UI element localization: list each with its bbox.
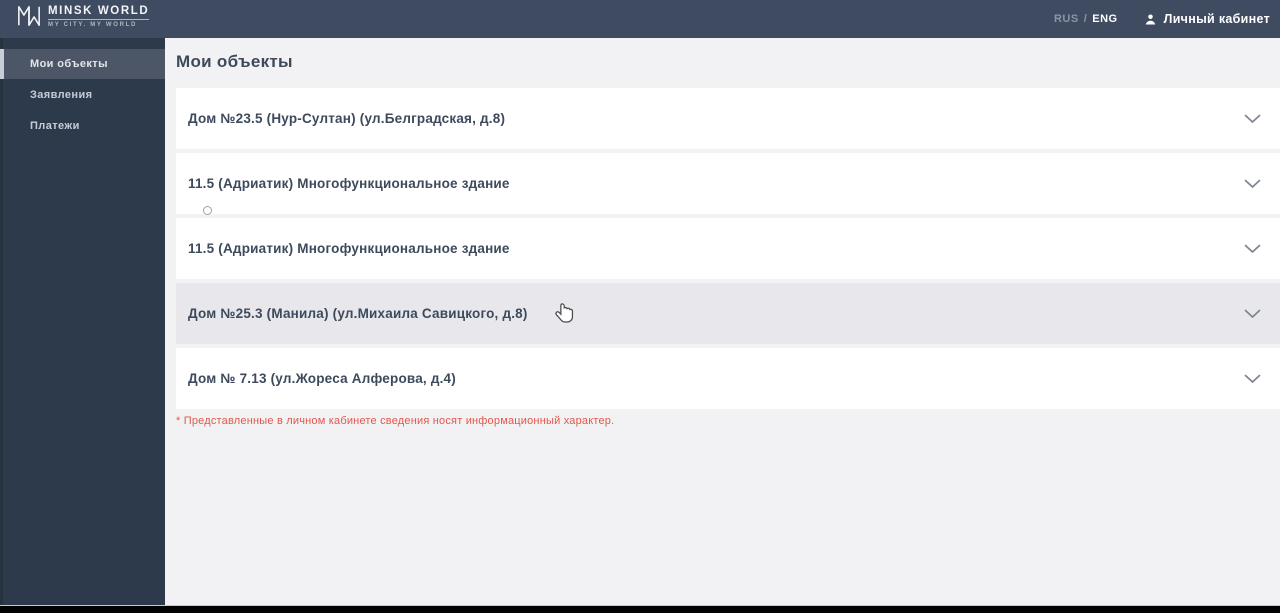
logo-tagline: MY CITY. MY WORLD <box>48 21 138 28</box>
chevron-down-icon[interactable] <box>1244 374 1261 384</box>
chevron-down-icon[interactable] <box>1244 114 1261 124</box>
object-accordion-row-1[interactable]: 11.5 (Адриатик) Многофункциональное здан… <box>176 153 1280 214</box>
object-label: 11.5 (Адриатик) Многофункциональное здан… <box>188 176 510 191</box>
logo-text: MINSK WORLD MY CITY. MY WORLD <box>48 5 150 28</box>
logo-title: MINSK WORLD <box>48 5 150 20</box>
objects-list: Дом №23.5 (Нур-Султан) (ул.Белградская, … <box>176 88 1280 409</box>
sidebar-item-0[interactable]: Мои объекты <box>0 49 165 79</box>
sidebar-item-1[interactable]: Заявления <box>0 80 165 110</box>
sidebar-item-2[interactable]: Платежи <box>0 111 165 141</box>
object-accordion-row-2[interactable]: 11.5 (Адриатик) Многофункциональное здан… <box>176 218 1280 279</box>
language-switcher: RUS / ENG <box>1054 13 1118 25</box>
object-label: Дом №23.5 (Нур-Султан) (ул.Белградская, … <box>188 111 506 126</box>
chevron-down-icon[interactable] <box>1244 244 1261 254</box>
object-label: Дом №25.3 (Манила) (ул.Михаила Савицкого… <box>188 306 528 321</box>
account-button[interactable]: Личный кабинет <box>1143 12 1270 27</box>
lang-divider: / <box>1083 13 1088 25</box>
account-label: Личный кабинет <box>1163 12 1270 26</box>
topbar-right: RUS / ENG Личный кабинет <box>1054 0 1280 30</box>
lang-eng-link[interactable]: ENG <box>1092 13 1117 25</box>
object-label: Дом № 7.13 (ул.Жореса Алферова, д.4) <box>188 371 456 386</box>
sidebar-item-label: Платежи <box>30 120 80 132</box>
chevron-down-icon[interactable] <box>1244 309 1261 319</box>
topbar: MINSK WORLD MY CITY. MY WORLD RUS / ENG … <box>0 0 1280 38</box>
logo[interactable]: MINSK WORLD MY CITY. MY WORLD <box>0 0 150 28</box>
circle-indicator <box>203 206 212 215</box>
object-accordion-row-4[interactable]: Дом № 7.13 (ул.Жореса Алферова, д.4) <box>176 348 1280 409</box>
chevron-down-icon[interactable] <box>1244 179 1261 189</box>
footnote: * Представленные в личном кабинете сведе… <box>176 415 615 427</box>
sidebar: Мои объекты Заявления Платежи <box>0 30 165 605</box>
lang-rus-link[interactable]: RUS <box>1054 13 1079 25</box>
sidebar-nav: Мои объекты Заявления Платежи <box>0 49 165 141</box>
window-bottom-edge <box>0 605 1280 613</box>
mw-logo-icon <box>18 5 40 27</box>
object-accordion-row-3[interactable]: Дом №25.3 (Манила) (ул.Михаила Савицкого… <box>176 283 1280 344</box>
user-icon <box>1145 13 1155 24</box>
sidebar-item-label: Заявления <box>30 89 93 101</box>
cursor-pointer-icon <box>555 303 574 323</box>
sidebar-item-label: Мои объекты <box>30 58 108 70</box>
object-label: 11.5 (Адриатик) Многофункциональное здан… <box>188 241 510 256</box>
page-title: Мои объекты <box>176 52 293 71</box>
object-accordion-row-0[interactable]: Дом №23.5 (Нур-Султан) (ул.Белградская, … <box>176 88 1280 149</box>
main-content: Мои объекты Дом №23.5 (Нур-Султан) (ул.Б… <box>165 38 1280 605</box>
